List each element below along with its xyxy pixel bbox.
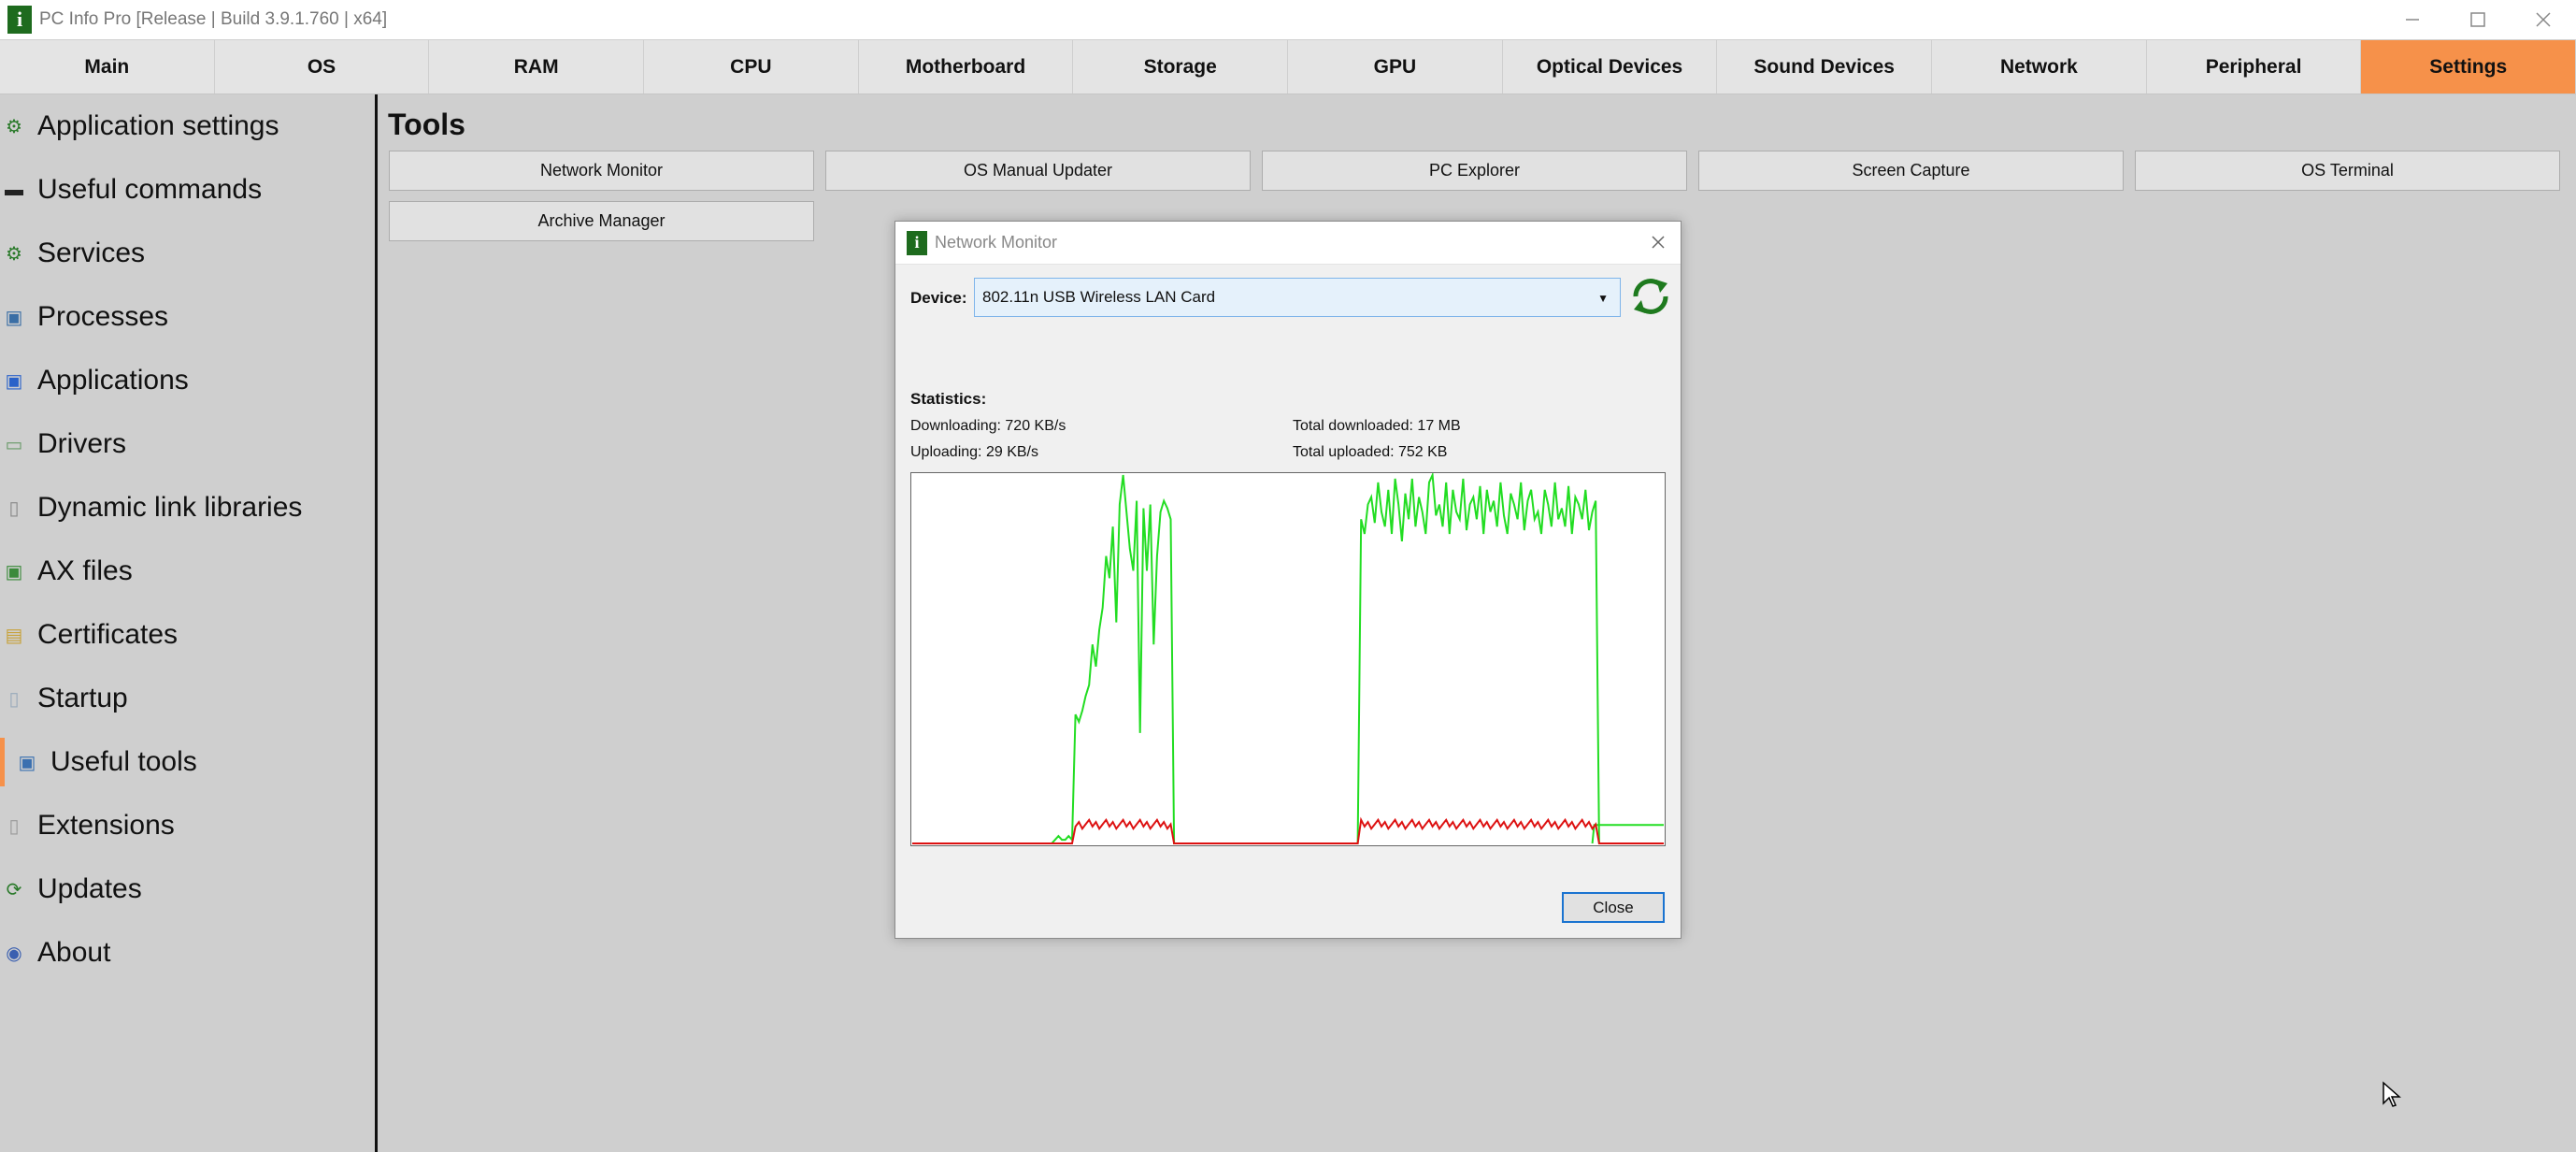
dialog-title-bar: i Network Monitor bbox=[895, 222, 1681, 265]
tool-button-archive-manager[interactable]: Archive Manager bbox=[389, 201, 814, 241]
sidebar-item-label: Applications bbox=[37, 365, 189, 396]
tool-button-os-manual-updater[interactable]: OS Manual Updater bbox=[825, 151, 1251, 191]
driver-icon: ▭ bbox=[5, 434, 23, 455]
certificate-icon: ▤ bbox=[5, 625, 23, 646]
sidebar-item-label: AX files bbox=[37, 555, 133, 586]
page-title: Tools bbox=[388, 108, 465, 141]
sidebar-item-label: Application settings bbox=[37, 110, 279, 141]
sidebar-item-label: Drivers bbox=[37, 428, 126, 459]
maximize-icon bbox=[2470, 12, 2485, 27]
sidebar-item-label: Processes bbox=[37, 301, 169, 332]
tool-button-pc-explorer[interactable]: PC Explorer bbox=[1262, 151, 1687, 191]
download-series-tail bbox=[1591, 824, 1664, 844]
downloading-rate: Downloading: 720 KB/s bbox=[910, 418, 1066, 434]
sidebar-item-extensions[interactable]: ▯ Extensions bbox=[0, 794, 375, 857]
minimize-button[interactable] bbox=[2380, 0, 2445, 39]
title-bar: i PC Info Pro [Release | Build 3.9.1.760… bbox=[0, 0, 2576, 39]
window-controls bbox=[2380, 0, 2576, 39]
process-icon: ▣ bbox=[5, 307, 23, 328]
device-label: Device: bbox=[910, 289, 967, 307]
main-tabs: Main OS RAM CPU Motherboard Storage GPU Optical… bbox=[0, 39, 2576, 94]
download-series-line bbox=[912, 471, 1664, 844]
statistics-label: Statistics: bbox=[910, 390, 987, 408]
terminal-icon: ▬ bbox=[5, 179, 23, 200]
refresh-icon bbox=[1633, 279, 1668, 314]
sidebar-item-about[interactable]: ◉ About bbox=[0, 921, 375, 985]
device-select-value: 802.11n USB Wireless LAN Card bbox=[982, 288, 1216, 306]
close-button[interactable]: Close bbox=[1562, 892, 1665, 923]
sidebar-item-label: Extensions bbox=[37, 810, 175, 841]
ax-file-icon: ▣ bbox=[5, 561, 23, 583]
app-logo-icon: i bbox=[7, 6, 32, 34]
sidebar-item-label: Startup bbox=[37, 683, 128, 713]
sidebar-item-label: Useful tools bbox=[50, 746, 197, 777]
tool-button-screen-capture[interactable]: Screen Capture bbox=[1698, 151, 2124, 191]
total-uploaded: Total uploaded: 752 KB bbox=[1293, 444, 1448, 460]
tab-sound-devices[interactable]: Sound Devices bbox=[1717, 40, 1933, 94]
dialog-title: Network Monitor bbox=[935, 233, 1058, 252]
dialog-close-button[interactable] bbox=[1645, 229, 1671, 255]
sidebar-item-label: Services bbox=[37, 238, 146, 268]
mouse-cursor-icon bbox=[2383, 1081, 2401, 1107]
tab-gpu[interactable]: GPU bbox=[1288, 40, 1503, 94]
tab-network[interactable]: Network bbox=[1932, 40, 2147, 94]
traffic-graph bbox=[910, 471, 1666, 846]
close-icon bbox=[1652, 236, 1665, 249]
sidebar-item-drivers[interactable]: ▭ Drivers bbox=[0, 412, 375, 476]
window-title: PC Info Pro [Release | Build 3.9.1.760 |… bbox=[39, 9, 388, 29]
gear-icon: ⚙ bbox=[6, 116, 22, 137]
tab-cpu[interactable]: CPU bbox=[644, 40, 859, 94]
sidebar-item-label: Dynamic link libraries bbox=[37, 492, 303, 523]
sidebar-item-ax-files[interactable]: ▣ AX files bbox=[0, 540, 375, 603]
tab-main[interactable]: Main bbox=[0, 40, 215, 94]
tab-optical-devices[interactable]: Optical Devices bbox=[1502, 40, 1718, 94]
sidebar: ⚙ Application settings ▬ Useful commands ⚙ Se… bbox=[0, 94, 378, 1152]
tool-button-os-terminal[interactable]: OS Terminal bbox=[2135, 151, 2560, 191]
app-logo-icon: i bbox=[907, 230, 927, 255]
sidebar-item-useful-commands[interactable]: ▬ Useful commands bbox=[0, 158, 375, 222]
sidebar-item-certificates[interactable]: ▤ Certificates bbox=[0, 603, 375, 667]
about-icon: ◉ bbox=[6, 943, 22, 964]
tab-ram[interactable]: RAM bbox=[429, 40, 645, 94]
network-monitor-dialog: i Network Monitor Device: 802.11n USB Wi… bbox=[894, 221, 1682, 939]
maximize-button[interactable] bbox=[2445, 0, 2511, 39]
sidebar-item-applications[interactable]: ▣ Applications bbox=[0, 349, 375, 412]
close-window-button[interactable] bbox=[2511, 0, 2576, 39]
tab-motherboard[interactable]: Motherboard bbox=[858, 40, 1074, 94]
tool-button-network-monitor[interactable]: Network Monitor bbox=[389, 151, 814, 191]
sidebar-item-label: Updates bbox=[37, 873, 142, 904]
device-select[interactable]: 802.11n USB Wireless LAN Card ▼ bbox=[974, 278, 1621, 317]
refresh-device-button[interactable] bbox=[1628, 274, 1673, 319]
close-icon bbox=[2536, 12, 2551, 27]
uploading-rate: Uploading: 29 KB/s bbox=[910, 444, 1038, 460]
sidebar-item-label: About bbox=[37, 937, 111, 968]
sidebar-item-useful-tools[interactable]: ▣ Useful tools bbox=[0, 730, 375, 794]
upload-series-line bbox=[912, 816, 1664, 844]
startup-icon: ▯ bbox=[8, 688, 20, 710]
sidebar-item-processes[interactable]: ▣ Processes bbox=[0, 285, 375, 349]
tab-storage[interactable]: Storage bbox=[1073, 40, 1289, 94]
application-icon: ▣ bbox=[5, 370, 23, 392]
refresh-icon: ⟳ bbox=[6, 879, 22, 900]
total-downloaded: Total downloaded: 17 MB bbox=[1293, 418, 1461, 434]
tab-os[interactable]: OS bbox=[214, 40, 430, 94]
sidebar-item-updates[interactable]: ⟳ Updates bbox=[0, 857, 375, 921]
extension-icon: ▯ bbox=[8, 815, 20, 837]
minimize-icon bbox=[2406, 19, 2419, 21]
sidebar-item-label: Useful commands bbox=[37, 174, 263, 205]
sidebar-item-dynamic-link-libraries[interactable]: ▯ Dynamic link libraries bbox=[0, 476, 375, 540]
gears-icon: ⚙ bbox=[6, 243, 22, 265]
tools-icon: ▣ bbox=[18, 752, 36, 773]
sidebar-item-label: Certificates bbox=[37, 619, 179, 650]
dropdown-caret-icon: ▼ bbox=[1597, 292, 1609, 305]
dll-icon: ▯ bbox=[8, 497, 20, 519]
sidebar-item-startup[interactable]: ▯ Startup bbox=[0, 667, 375, 730]
tab-settings[interactable]: Settings bbox=[2361, 40, 2576, 94]
sidebar-item-services[interactable]: ⚙ Services bbox=[0, 222, 375, 285]
tab-peripheral[interactable]: Peripheral bbox=[2146, 40, 2362, 94]
traffic-graph-svg bbox=[912, 471, 1664, 844]
sidebar-item-application-settings[interactable]: ⚙ Application settings bbox=[0, 94, 375, 158]
